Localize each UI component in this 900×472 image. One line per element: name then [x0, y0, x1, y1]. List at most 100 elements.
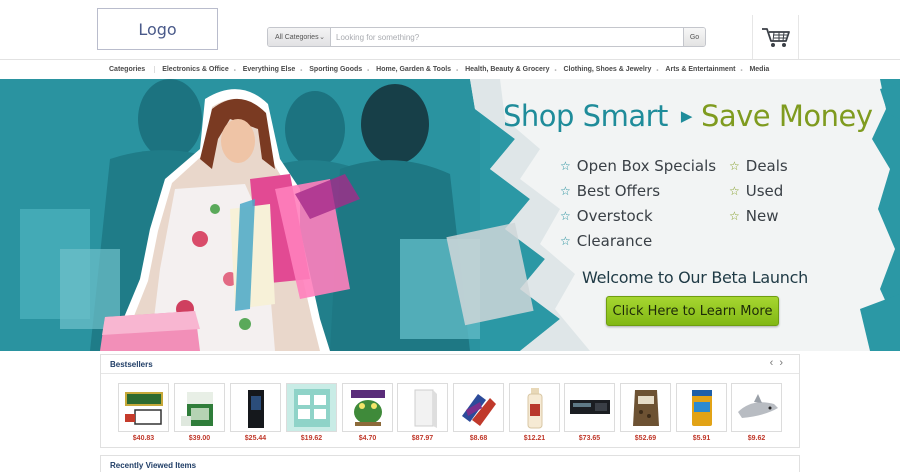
product-card[interactable]: $73.65 [564, 383, 615, 442]
nav-item-clothing-shoes-jewelry[interactable]: • Clothing, Shoes & Jewelry [554, 66, 659, 74]
shopping-cart-icon [761, 28, 790, 47]
cart-button[interactable] [752, 15, 799, 59]
product-card[interactable]: $39.00 [174, 383, 225, 442]
product-price: $12.21 [523, 435, 546, 442]
product-price: $39.00 [188, 435, 211, 442]
separator-dot-icon: • [233, 67, 236, 74]
nav-item-health-beauty-grocery[interactable]: • Health, Beauty & Grocery [456, 65, 556, 74]
feature-item: ☆ Best Offers [560, 182, 660, 200]
light-strip-icon [564, 383, 615, 432]
feature-item: ☆ Deals [729, 157, 788, 175]
chevron-left-icon[interactable]: ‹ [770, 357, 780, 369]
star-outline-icon: ☆ [729, 159, 740, 173]
separator-dot-icon: • [554, 67, 557, 74]
recently-viewed-title: Recently Viewed Items [110, 461, 197, 470]
separator-dot-icon: • [367, 67, 370, 74]
site-logo[interactable]: Logo [97, 8, 218, 50]
separator-dot-icon: • [740, 67, 743, 74]
recently-viewed-panel: Recently Viewed Items [100, 455, 800, 472]
star-outline-icon: ☆ [560, 209, 571, 223]
dark-box-icon [230, 383, 281, 432]
photo-kit-icon [286, 383, 337, 432]
product-price: $9.62 [747, 435, 766, 442]
bestsellers-title: Bestsellers [110, 360, 153, 369]
headline-save-money: Save Money [700, 99, 873, 133]
nav-item-media[interactable]: • Media [740, 65, 776, 74]
product-price: $87.97 [411, 435, 434, 442]
page: Logo All Categories ⌄ Go Categories [0, 0, 900, 472]
feature-item: ☆ Used [729, 182, 783, 200]
feature-item: ☆ Overstock [560, 207, 653, 225]
product-price: $8.68 [469, 435, 488, 442]
feature-item: ☆ Open Box Specials [560, 157, 716, 175]
star-outline-icon: ☆ [729, 184, 740, 198]
divider [101, 373, 799, 374]
feature-label: Used [745, 182, 784, 200]
product-price: $73.65 [578, 435, 601, 442]
product-price: $5.91 [692, 435, 711, 442]
nav-item-label: Everything Else [242, 65, 296, 73]
frog-ornament-icon [342, 383, 393, 432]
chevron-down-icon: ⌄ [319, 34, 325, 41]
nav-item-everything-else[interactable]: • Everything Else [233, 65, 303, 74]
category-nav: Categories Electronics & Office • Everyth… [97, 60, 800, 78]
feature-item: ☆ Clearance [560, 232, 652, 250]
nav-item-label: Arts & Entertainment [665, 65, 736, 73]
product-card[interactable]: $19.62 [286, 383, 337, 442]
product-card[interactable]: $4.70 [342, 383, 393, 442]
nav-item-sporting-goods[interactable]: • Sporting Goods [300, 65, 369, 74]
nav-item-label: Media [749, 65, 770, 73]
star-outline-icon: ☆ [560, 159, 571, 173]
banner-welcome-text: Welcome to Our Beta Launch [582, 268, 808, 287]
category-select[interactable]: All Categories ⌄ [268, 28, 331, 46]
search-go-button[interactable]: Go [683, 28, 705, 46]
feature-label: Overstock [576, 207, 653, 225]
product-card[interactable]: $25.44 [230, 383, 281, 442]
nav-item-home-garden-tools[interactable]: • Home, Garden & Tools [367, 65, 458, 74]
star-outline-icon: ☆ [560, 184, 571, 198]
product-card[interactable]: $87.97 [397, 383, 448, 442]
product-price: $19.62 [300, 435, 323, 442]
star-outline-icon: ☆ [729, 209, 740, 223]
nav-item-categories[interactable]: Categories [97, 65, 156, 73]
product-card[interactable]: $9.62 [731, 383, 782, 442]
nav-item-label: Sporting Goods [309, 65, 363, 73]
product-card[interactable]: $5.91 [676, 383, 727, 442]
banner-headline: Shop Smart ▶ Save Money [503, 99, 873, 133]
headline-shop-smart: Shop Smart [503, 99, 668, 133]
aquarium-kit-icon [118, 383, 169, 432]
nav-item-arts-entertainment[interactable]: • Arts & Entertainment [656, 65, 742, 74]
food-bag-icon [620, 383, 671, 432]
bestsellers-panel: Bestsellers ‹› $40.83 $39.00 $25.44 $19.… [100, 354, 800, 448]
product-card[interactable]: $52.69 [620, 383, 671, 442]
category-select-label: All Categories [275, 33, 319, 41]
separator-dot-icon: • [300, 67, 303, 74]
carousel-arrows: ‹› [770, 357, 789, 369]
product-price: $25.44 [244, 435, 267, 442]
separator-dot-icon: • [656, 67, 659, 74]
site-header: Logo All Categories ⌄ Go [0, 0, 900, 60]
feature-label: Best Offers [576, 182, 661, 200]
shark-toy-icon [731, 383, 782, 432]
separator-dot-icon: • [456, 67, 459, 74]
feature-label: Clearance [576, 232, 653, 250]
nav-item-electronics-office[interactable]: Electronics & Office [155, 66, 236, 73]
product-card[interactable]: $8.68 [453, 383, 504, 442]
learn-more-button[interactable]: Click Here to Learn More [606, 296, 779, 326]
star-outline-icon: ☆ [560, 234, 571, 248]
search-input[interactable] [331, 28, 683, 46]
product-card[interactable]: $12.21 [509, 383, 560, 442]
product-price: $52.69 [634, 435, 657, 442]
product-price: $40.83 [132, 435, 155, 442]
play-triangle-icon: ▶ [680, 107, 693, 125]
chevron-right-icon[interactable]: › [779, 357, 789, 369]
bottle-icon [509, 383, 560, 432]
white-box-icon [397, 383, 448, 432]
nav-item-label: Electronics & Office [162, 65, 229, 73]
search-bar: All Categories ⌄ Go [267, 27, 706, 47]
product-card[interactable]: $40.83 [118, 383, 169, 442]
nav-item-label: Health, Beauty & Grocery [465, 65, 550, 73]
dog-toy-icon [453, 383, 504, 432]
nav-item-label: Home, Garden & Tools [376, 65, 452, 73]
feature-item: ☆ New [729, 207, 778, 225]
